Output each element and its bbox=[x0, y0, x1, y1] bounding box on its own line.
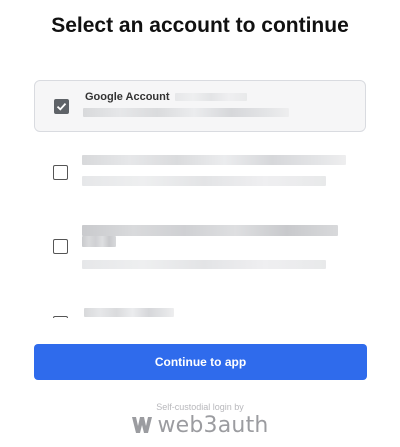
account-checkbox[interactable] bbox=[53, 165, 68, 180]
account-list[interactable]: Google Account bbox=[0, 80, 400, 318]
account-item-4[interactable] bbox=[34, 305, 366, 318]
redacted-account-email bbox=[82, 260, 326, 269]
redacted-account-detail bbox=[175, 93, 247, 101]
footer-note: Self-custodial login by bbox=[156, 402, 244, 412]
account-checkbox[interactable] bbox=[53, 316, 68, 318]
redacted-account-name bbox=[84, 308, 174, 317]
account-item-google[interactable]: Google Account bbox=[34, 80, 366, 132]
redacted-account-email bbox=[82, 176, 326, 186]
redacted-account-name bbox=[82, 155, 346, 165]
account-item-2[interactable] bbox=[34, 152, 366, 200]
web3auth-brand: web3auth bbox=[0, 412, 400, 438]
account-name: Google Account bbox=[85, 91, 170, 103]
redacted-account-email bbox=[83, 108, 289, 117]
redacted-account-name bbox=[82, 225, 338, 236]
account-checkbox[interactable] bbox=[53, 239, 68, 254]
redacted-account-name-wrap bbox=[82, 236, 116, 247]
page-title: Select an account to continue bbox=[51, 14, 349, 37]
web3auth-logo-icon bbox=[132, 417, 153, 433]
continue-button[interactable]: Continue to app bbox=[34, 344, 367, 380]
account-checkbox[interactable] bbox=[54, 99, 69, 114]
account-item-3[interactable] bbox=[34, 223, 366, 273]
checkmark-icon bbox=[56, 102, 67, 111]
brand-name: web3auth bbox=[157, 412, 269, 438]
